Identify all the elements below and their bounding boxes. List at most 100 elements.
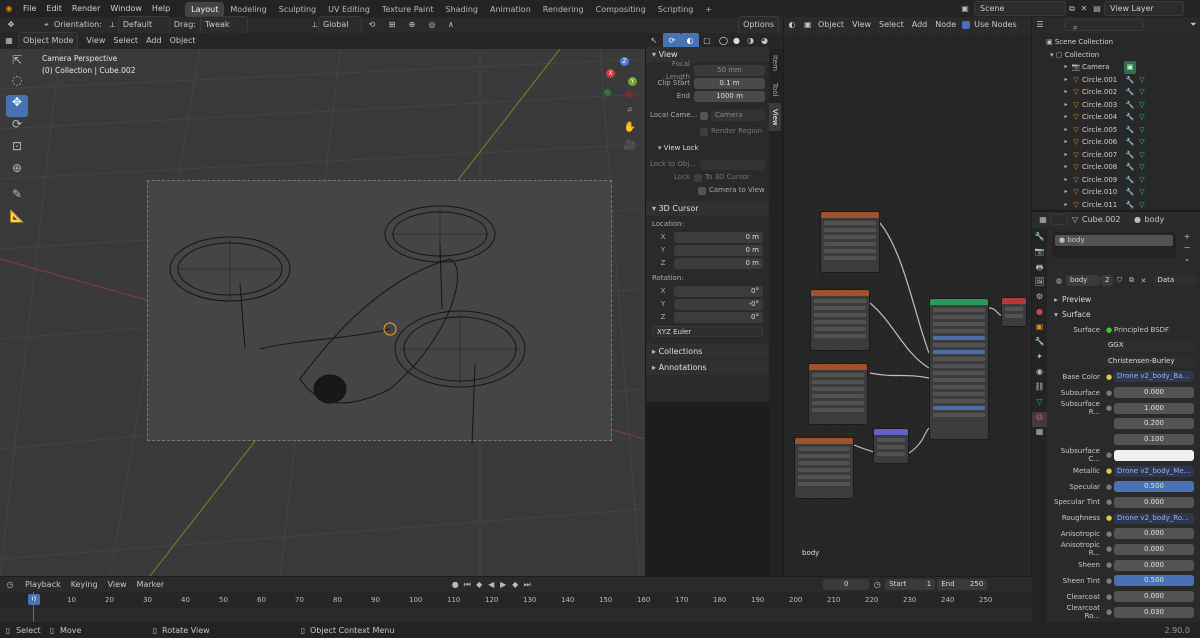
- cursor-loc-x-field[interactable]: 0 m: [674, 232, 763, 243]
- menu-window[interactable]: Window: [105, 0, 147, 17]
- node-image-texture-normal[interactable]: [794, 437, 854, 499]
- timeline-menu-playback[interactable]: Playback: [20, 580, 66, 589]
- proportional-edit-icon[interactable]: ◎: [422, 17, 442, 33]
- property-value-field[interactable]: 0.500: [1114, 481, 1194, 493]
- outliner-item[interactable]: ▸ ▽ Circle.008 🔧 ▽: [1032, 161, 1200, 174]
- property-value-field[interactable]: 0.000: [1114, 387, 1194, 399]
- subsurface-method-dropdown[interactable]: Christensen-Burley: [1104, 355, 1194, 367]
- camera-view-icon[interactable]: 🎥: [622, 140, 638, 158]
- collection-row[interactable]: ▾ ▢ Collection: [1032, 49, 1200, 62]
- navigation-gizmo[interactable]: Z X Y: [598, 57, 642, 101]
- use-nodes-checkbox[interactable]: [962, 21, 971, 29]
- tab-tool[interactable]: Tool: [769, 77, 781, 103]
- gizmo-z-axis[interactable]: Z: [620, 57, 629, 66]
- expand-icon[interactable]: ▸: [1062, 186, 1070, 199]
- menu-help[interactable]: Help: [147, 0, 175, 17]
- cursor-panel-header[interactable]: ▾ 3D Cursor: [646, 201, 769, 216]
- tab-sculpting[interactable]: Sculpting: [273, 2, 322, 17]
- property-value-field[interactable]: 0.030: [1114, 606, 1194, 618]
- outliner-item[interactable]: ▸ ▽ Circle.010 🔧 ▽: [1032, 186, 1200, 199]
- material-users-count[interactable]: 2: [1101, 275, 1114, 286]
- measure-icon[interactable]: 📐: [6, 209, 28, 231]
- to-3d-cursor-checkbox[interactable]: [694, 173, 702, 182]
- cursor-3d-icon[interactable]: ◌: [6, 73, 28, 95]
- render-props-icon[interactable]: 📷: [1032, 247, 1047, 262]
- link-data-dropdown[interactable]: Data: [1153, 275, 1198, 286]
- tab-uv-editing[interactable]: UV Editing: [322, 2, 376, 17]
- play-icon[interactable]: ▶: [497, 580, 509, 589]
- material-name-field[interactable]: body: [1066, 275, 1100, 286]
- slot-menu-icon[interactable]: ⌄: [1180, 254, 1194, 265]
- viewport-menu-object[interactable]: Object: [166, 33, 200, 49]
- expand-icon[interactable]: ▸: [1062, 74, 1070, 87]
- snap-icon[interactable]: ⊞: [382, 17, 402, 33]
- outliner-item[interactable]: ▸ ▽ Circle.006 🔧 ▽: [1032, 136, 1200, 149]
- output-props-icon[interactable]: 🖶: [1032, 262, 1047, 277]
- outliner-item[interactable]: ▸ ▽ Circle.009 🔧 ▽: [1032, 174, 1200, 187]
- local-camera-checkbox[interactable]: [700, 111, 708, 120]
- pan-hand-icon[interactable]: ✋: [622, 122, 638, 140]
- duplicate-material-icon[interactable]: ⧉: [1125, 276, 1137, 285]
- node-menu-view[interactable]: View: [848, 17, 875, 33]
- clip-end-field[interactable]: 1000 m: [694, 91, 765, 102]
- outliner-item[interactable]: ▸ ▽ Circle.002 🔧 ▽: [1032, 86, 1200, 99]
- node-editor-canvas[interactable]: body: [784, 33, 1031, 576]
- property-value-field[interactable]: 0.000: [1114, 591, 1194, 603]
- tab-item[interactable]: Item: [769, 49, 781, 77]
- tab-animation[interactable]: Animation: [484, 2, 537, 17]
- cursor-loc-z-field[interactable]: 0 m: [674, 258, 763, 269]
- blender-logo-icon[interactable]: ◉: [0, 4, 18, 13]
- node-normal-map[interactable]: [873, 428, 909, 464]
- node-image-texture-metallic[interactable]: [810, 289, 870, 351]
- node-principled-bsdf[interactable]: [929, 298, 989, 440]
- node-image-texture-basecolor[interactable]: [820, 211, 880, 273]
- property-value-field[interactable]: 0.000: [1114, 543, 1194, 555]
- cursor-select-icon[interactable]: ⇱: [6, 53, 28, 73]
- tab-layout[interactable]: Layout: [185, 1, 225, 17]
- expand-icon[interactable]: ▸: [1062, 99, 1070, 112]
- scene-props-icon[interactable]: ⚙: [1032, 292, 1047, 307]
- outliner-type-icon[interactable]: ☰: [1032, 17, 1048, 33]
- outliner-item[interactable]: ▸ ▽ Circle.011 🔧 ▽: [1032, 199, 1200, 212]
- scene-collection-row[interactable]: ▣ Scene Collection: [1032, 36, 1200, 49]
- property-value-field[interactable]: Drone v2_body_Ba...: [1114, 371, 1194, 383]
- texture-props-icon[interactable]: ▦: [1032, 427, 1047, 442]
- frame-start-field[interactable]: Start 1: [885, 579, 936, 590]
- property-value-field[interactable]: 0.000: [1114, 496, 1194, 508]
- rotate-icon[interactable]: ⟳: [6, 117, 28, 139]
- surface-panel-header[interactable]: ▾ Surface: [1050, 307, 1200, 322]
- view-layer-icon[interactable]: ▤: [1090, 4, 1104, 13]
- material-props-icon[interactable]: ◍: [1032, 412, 1047, 427]
- tool-props-icon[interactable]: 🔧: [1032, 232, 1047, 247]
- jump-end-icon[interactable]: ⏭: [521, 580, 533, 590]
- tab-compositing[interactable]: Compositing: [590, 2, 652, 17]
- node-menu-node[interactable]: Node: [931, 17, 960, 33]
- menu-file[interactable]: File: [18, 0, 41, 17]
- local-camera-field[interactable]: Camera: [711, 110, 765, 121]
- rotation-mode-dropdown[interactable]: XYZ Euler: [652, 326, 763, 337]
- scale-icon[interactable]: ⊡: [6, 139, 28, 161]
- lock-to-object-field[interactable]: [700, 159, 765, 170]
- jump-start-icon[interactable]: ⏮: [461, 580, 473, 590]
- cursor-rot-y-field[interactable]: -0°: [674, 299, 763, 310]
- playhead[interactable]: 0: [28, 594, 40, 605]
- menu-edit[interactable]: Edit: [41, 0, 67, 17]
- editor-type-icon[interactable]: ▦: [0, 33, 18, 49]
- camera-to-view-checkbox[interactable]: [698, 186, 706, 195]
- tab-view[interactable]: View: [769, 102, 781, 132]
- clock-icon[interactable]: ◷: [869, 580, 885, 589]
- properties-type-icon[interactable]: ▦: [1036, 215, 1050, 224]
- timeline-ruler[interactable]: 0 10 20 30 40 50 60 70 80 90 100 110 120 130 140 150 16…: [0, 592, 1032, 608]
- fake-user-icon[interactable]: ⛉: [1113, 276, 1125, 285]
- play-reverse-icon[interactable]: ◀: [485, 580, 497, 589]
- focal-length-field[interactable]: 50 mm: [694, 65, 765, 76]
- physics-props-icon[interactable]: ◉: [1032, 367, 1047, 382]
- outliner-item[interactable]: ▸ ▽ Circle.003 🔧 ▽: [1032, 99, 1200, 112]
- timeline-menu-view[interactable]: View: [103, 580, 132, 589]
- tab-rendering[interactable]: Rendering: [537, 2, 590, 17]
- current-frame-field[interactable]: 0: [823, 579, 870, 590]
- unlink-material-icon[interactable]: ✕: [1137, 277, 1149, 285]
- remove-slot-icon[interactable]: −: [1180, 243, 1194, 254]
- cursor-loc-y-field[interactable]: 0 m: [674, 245, 763, 256]
- object-props-icon[interactable]: ▣: [1032, 322, 1047, 337]
